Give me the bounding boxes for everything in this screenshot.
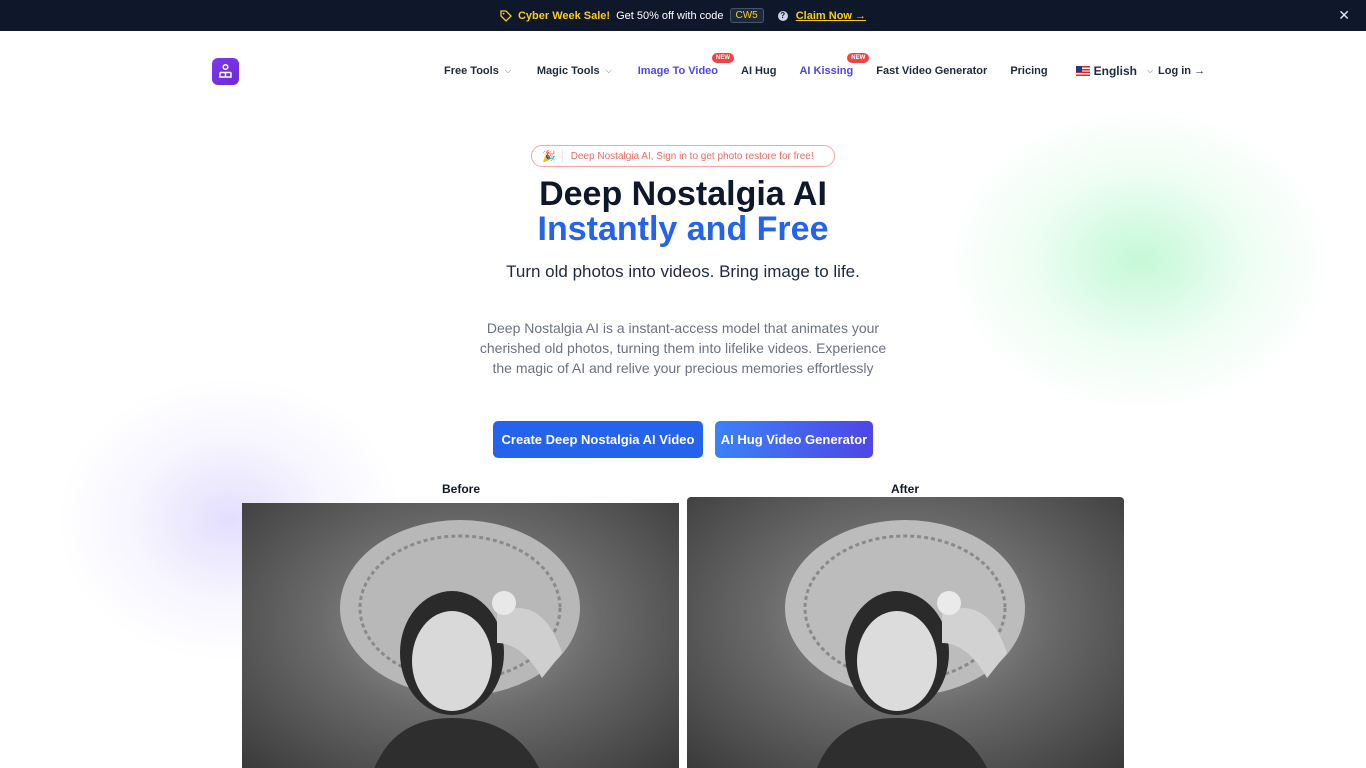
chevron-down-icon: ⌵ [1146, 66, 1154, 75]
sale-offer: Get 50% off with code [616, 9, 724, 22]
new-badge: NEW [847, 53, 870, 63]
nav-image-to-video[interactable]: Image To Video NEW [637, 53, 734, 77]
ai-hug-generator-button[interactable]: AI Hug Video Generator [715, 421, 873, 458]
nav-free-tools[interactable]: Free Tools ⌵ [444, 65, 511, 77]
help-icon[interactable]: ? [777, 10, 788, 21]
after-label: After [891, 482, 920, 496]
top-nav: Free Tools ⌵ Magic Tools ⌵ Image To Vide… [0, 31, 1366, 111]
create-video-button[interactable]: Create Deep Nostalgia AI Video [493, 421, 703, 458]
nav-fast-video-generator[interactable]: Fast Video Generator [876, 65, 987, 77]
nav-image-to-video-label: Image To Video [637, 65, 718, 77]
nav-fast-video-generator-label: Fast Video Generator [876, 65, 988, 77]
pill-divider [561, 150, 563, 162]
language-selector[interactable]: English ⌵ [1075, 64, 1154, 78]
logo-icon[interactable] [212, 58, 239, 85]
party-icon: 🎉 [542, 150, 556, 163]
nav-magic-tools[interactable]: Magic Tools ⌵ [537, 65, 612, 77]
signin-promo-text: Deep Nostalgia AI, Sign in to get photo … [570, 150, 814, 162]
nav-ai-hug-label: AI Hug [741, 65, 777, 77]
page-title: Deep Nostalgia AI [539, 175, 827, 213]
language-label: English [1093, 64, 1137, 78]
nav-ai-hug[interactable]: AI Hug [741, 65, 776, 77]
nav-pricing[interactable]: Pricing [1010, 65, 1047, 77]
close-icon[interactable]: ✕ [1338, 8, 1350, 22]
chevron-down-icon: ⌵ [504, 66, 511, 75]
flag-us-icon [1075, 66, 1090, 76]
sale-title: Cyber Week Sale! [517, 9, 611, 22]
nav-links: Free Tools ⌵ Magic Tools ⌵ Image To Vide… [444, 53, 1205, 81]
before-label: Before [442, 482, 481, 496]
chevron-down-icon: ⌵ [605, 66, 612, 75]
nav-ai-kissing[interactable]: AI Kissing NEW [799, 53, 870, 77]
before-photo [242, 503, 679, 768]
nav-free-tools-label: Free Tools [444, 65, 499, 77]
hero-description: Deep Nostalgia AI is a instant-access mo… [479, 320, 887, 376]
login-link[interactable]: Log in → [1158, 65, 1205, 77]
claim-now-link[interactable]: Claim Now → [796, 10, 866, 22]
tag-icon [500, 9, 512, 22]
green-glow-decoration [950, 110, 1330, 410]
nav-magic-tools-label: Magic Tools [536, 65, 600, 77]
hero-tagline: Turn old photos into videos. Bring image… [506, 262, 860, 281]
signin-promo-pill[interactable]: 🎉 Deep Nostalgia AI, Sign in to get phot… [531, 145, 835, 167]
nav-ai-kissing-label: AI Kissing [799, 65, 854, 77]
nav-pricing-label: Pricing [1010, 65, 1048, 77]
promo-code: CW5 [729, 8, 764, 23]
promo-banner: Cyber Week Sale! Get 50% off with code C… [0, 0, 1366, 31]
after-photo [687, 497, 1124, 768]
page-subtitle: Instantly and Free [537, 210, 829, 248]
new-badge: NEW [712, 53, 734, 63]
